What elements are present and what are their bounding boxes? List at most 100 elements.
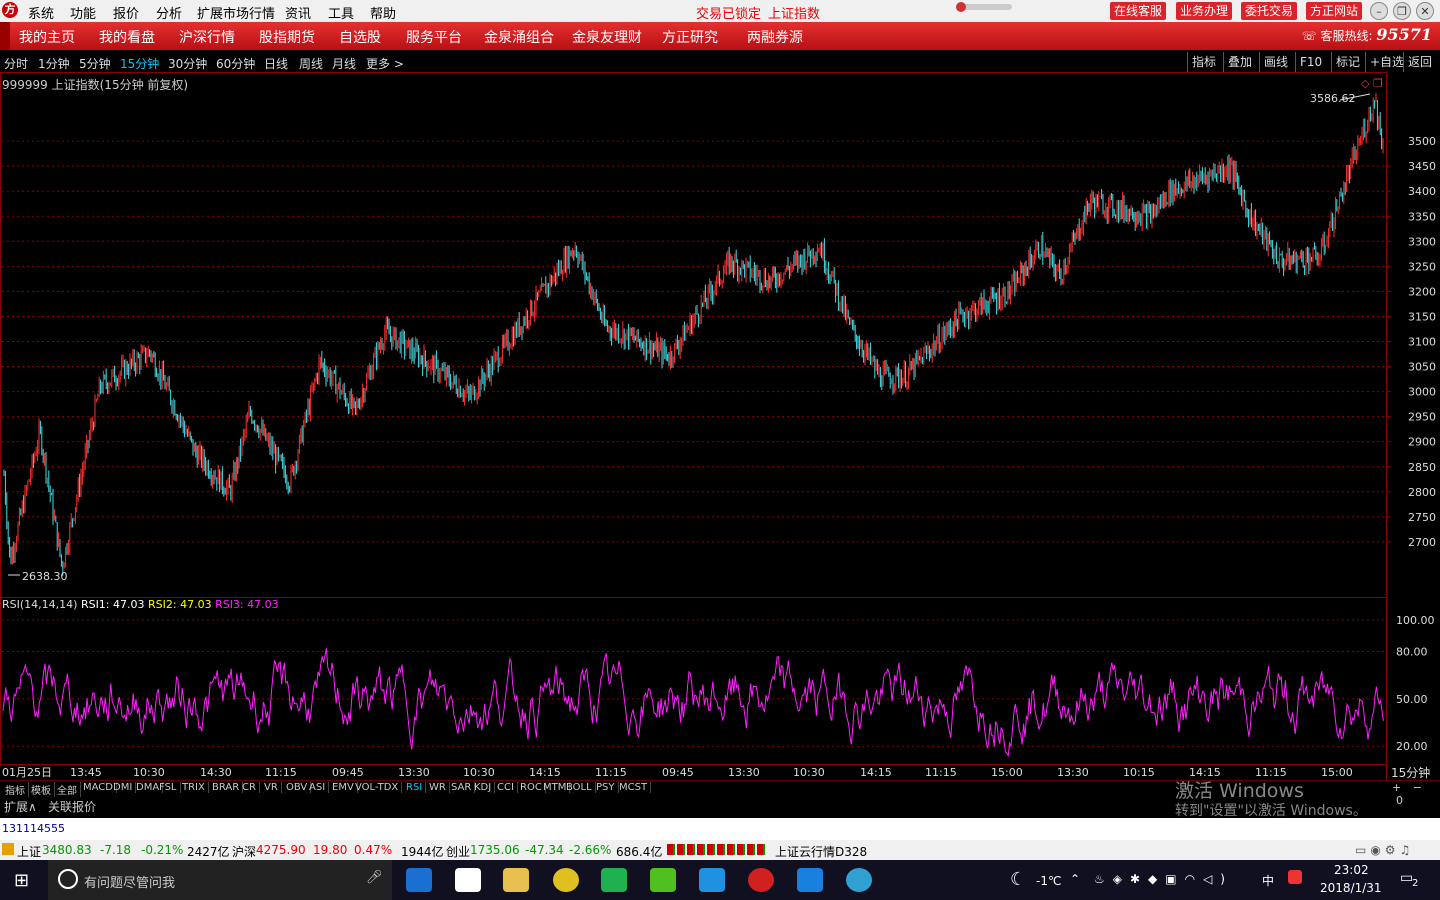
back-button[interactable]: 返回	[1403, 52, 1436, 72]
ime-indicator[interactable]: 中	[1262, 872, 1274, 889]
ie-icon[interactable]	[797, 868, 823, 892]
period-30min[interactable]: 30分钟	[168, 55, 207, 72]
period-timeshare[interactable]: 分时	[4, 55, 28, 72]
nav-item-margin[interactable]: 两融券源	[747, 27, 803, 47]
status-tool-icons[interactable]: ▭◉⚙♫	[1355, 843, 1435, 857]
indicator-tab-cci[interactable]: CCI	[494, 782, 518, 793]
website-button[interactable]: 方正网站	[1306, 2, 1363, 20]
indicator-tab-psy[interactable]: PSY	[593, 782, 619, 793]
app-green-icon[interactable]	[601, 868, 627, 892]
nav-item-wealth[interactable]: 金泉友理财	[572, 27, 642, 47]
nav-item-home[interactable]: 我的主页	[19, 27, 75, 47]
explorer-icon[interactable]	[503, 868, 529, 892]
indicator-tab-模板[interactable]: 模板	[28, 782, 55, 797]
close-icon[interactable]: ✕	[1416, 2, 1434, 20]
windows-start-icon[interactable]: ⊞	[14, 870, 29, 891]
period-week[interactable]: 周线	[299, 55, 323, 72]
tab-related-quotes[interactable]: 关联报价	[48, 798, 96, 815]
video-player-icon[interactable]	[699, 868, 725, 892]
sogou-icon[interactable]	[1288, 870, 1302, 884]
price-tick-label: 2900	[1408, 436, 1436, 449]
menu-system[interactable]: 系统	[28, 3, 54, 22]
trade-button[interactable]: 委托交易	[1241, 2, 1298, 20]
microphone-icon[interactable]: 🎤︎	[366, 870, 383, 885]
indicator-tab-asi[interactable]: ASI	[306, 782, 330, 793]
period-5min[interactable]: 5分钟	[79, 55, 111, 72]
mark-button[interactable]: 标记	[1331, 52, 1364, 72]
zoom-controls[interactable]: + − 0	[1388, 781, 1440, 807]
time-tick-label: 14:15	[860, 766, 892, 779]
period-day[interactable]: 日线	[264, 55, 288, 72]
menu-news[interactable]: 资讯	[285, 3, 311, 22]
iqiyi-icon[interactable]	[650, 868, 676, 892]
weather-temp[interactable]: -1℃	[1036, 874, 1061, 888]
volume-slider[interactable]	[956, 2, 1012, 12]
indicator-tab-mcst[interactable]: MCST	[616, 782, 652, 793]
time-tick-label: 10:30	[793, 766, 825, 779]
indicator-tab-fsl[interactable]: FSL	[156, 782, 181, 793]
time-tick-label: 10:30	[133, 766, 165, 779]
tab-expand[interactable]: 扩展∧	[4, 798, 37, 815]
search-placeholder[interactable]: 有问题尽管问我	[84, 872, 175, 891]
indicator-tab-vr[interactable]: VR	[261, 782, 282, 793]
rsi2-value: RSI2: 47.03	[148, 598, 212, 611]
clock-date[interactable]: 2018/1/31	[1320, 881, 1382, 895]
indicator-tab-rsi[interactable]: RSI	[403, 782, 427, 793]
nav-item-my-watch[interactable]: 我的看盘	[99, 27, 155, 47]
edge-icon[interactable]	[406, 868, 432, 892]
clock-time[interactable]: 23:02	[1334, 863, 1369, 877]
period-more[interactable]: 更多 >	[366, 55, 404, 72]
indicator-tab-wr[interactable]: WR	[426, 782, 450, 793]
business-button[interactable]: 业务办理	[1176, 2, 1233, 20]
cortana-search-box[interactable]: 有问题尽管问我 🎤︎	[48, 860, 392, 900]
nav-item-research[interactable]: 方正研究	[662, 27, 718, 47]
period-1min[interactable]: 1分钟	[38, 55, 70, 72]
hs-label[interactable]: 沪深	[232, 843, 256, 860]
online-service-button[interactable]: 在线客服	[1110, 2, 1167, 20]
indicator-tab-vol-tdx[interactable]: VOL-TDX	[352, 782, 403, 793]
indicator-tab-trix[interactable]: TRIX	[179, 782, 209, 793]
indicator-tab-boll[interactable]: BOLL	[563, 782, 596, 793]
time-tick-label: 11:15	[925, 766, 957, 779]
price-tick-label: 3500	[1408, 135, 1436, 148]
cy-label[interactable]: 创业	[446, 843, 470, 860]
add-watchlist-button[interactable]: +自选	[1365, 52, 1408, 72]
kline-chart[interactable]: 2700 2750 2800 2850 2900 2950 3000 3050 3100 3150…	[0, 72, 1440, 780]
overlay-button[interactable]: 叠加	[1223, 52, 1256, 72]
indicator-tab-kdj[interactable]: KDJ	[471, 782, 496, 793]
nav-item-service[interactable]: 服务平台	[406, 27, 462, 47]
period-15min[interactable]: 15分钟	[120, 55, 159, 72]
f10-button[interactable]: F10	[1295, 52, 1326, 72]
menu-analysis[interactable]: 分析	[156, 3, 182, 22]
tray-app-icons[interactable]: ♨◈✱◆▣◠◁)	[1094, 872, 1233, 886]
nav-item-portfolio[interactable]: 金泉涌组合	[484, 27, 554, 47]
time-tick-label: 10:30	[463, 766, 495, 779]
nav-item-watchlist[interactable]: 自选股	[339, 27, 381, 47]
period-60min[interactable]: 60分钟	[216, 55, 255, 72]
menu-function[interactable]: 功能	[70, 3, 96, 22]
nav-item-futures[interactable]: 股指期货	[259, 27, 315, 47]
restore-icon[interactable]: ❐	[1393, 2, 1411, 20]
nav-item-market[interactable]: 沪深行情	[179, 27, 235, 47]
indicator-tab-cr[interactable]: CR	[239, 782, 260, 793]
sh-label[interactable]: 上证	[17, 843, 41, 860]
menu-tools[interactable]: 工具	[328, 3, 354, 22]
menu-help[interactable]: 帮助	[370, 3, 396, 22]
period-month[interactable]: 月线	[332, 55, 356, 72]
menu-extended-market[interactable]: 扩展市场行情	[197, 3, 275, 22]
browser-360-icon[interactable]	[553, 868, 579, 892]
menu-quote[interactable]: 报价	[113, 3, 139, 22]
draw-line-button[interactable]: 画线	[1259, 52, 1292, 72]
minimize-icon[interactable]: –	[1370, 2, 1388, 20]
store-icon[interactable]	[455, 868, 481, 892]
indicator-tab-指标[interactable]: 指标	[2, 782, 29, 797]
indicator-tab-全部[interactable]: 全部	[54, 782, 81, 797]
notification-count: 2	[1412, 878, 1419, 889]
indicator-button[interactable]: 指标	[1187, 52, 1220, 72]
zoom-out-icon[interactable]: −	[1413, 781, 1422, 794]
tray-expand-icon[interactable]: ⌃	[1070, 872, 1080, 886]
zoom-in-icon[interactable]: +	[1392, 781, 1401, 794]
browser-icon[interactable]	[846, 868, 872, 892]
chart-corner-icons[interactable]: ◇ ❐	[1361, 77, 1383, 90]
founder-stock-icon[interactable]	[748, 868, 774, 892]
